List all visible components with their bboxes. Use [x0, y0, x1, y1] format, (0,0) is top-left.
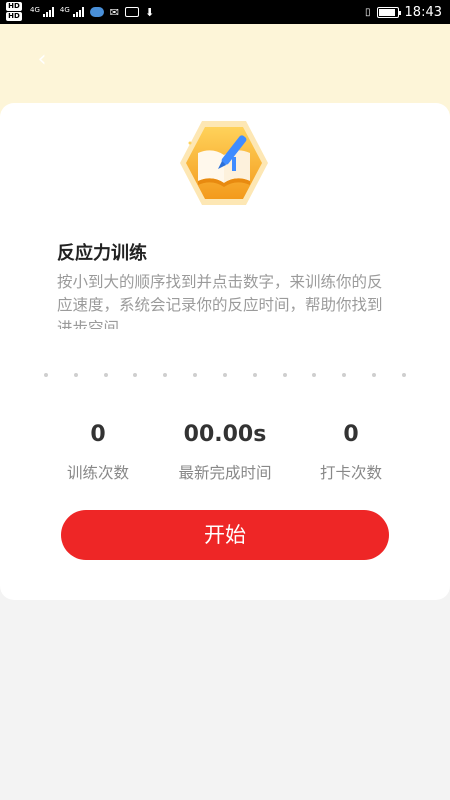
divider-dot [401, 373, 406, 377]
chevron-left-icon: ‹ [37, 47, 47, 72]
divider-dot [222, 373, 227, 377]
training-description: 按小到大的顺序找到并点击数字，来训练你的反应速度，系统会记录你的反应时间，帮助你… [57, 273, 383, 329]
battery-icon [376, 6, 401, 18]
divider-dot [44, 373, 48, 377]
book-pencil-icon [172, 117, 276, 209]
start-button[interactable]: 开始 [61, 510, 389, 560]
training-card: 反应力训练 按小到大的顺序找到并点击数字，来训练你的反应速度，系统会记录你的反应… [0, 103, 450, 600]
back-button[interactable]: ‹ [30, 48, 54, 72]
divider-dot [103, 373, 108, 377]
divider-dot [282, 373, 287, 377]
status-right-icons: ▯ 18:43 [365, 5, 442, 20]
stat-label: 打卡次数 [319, 464, 382, 482]
download-icon: ⬇ [145, 5, 155, 19]
mail-icon: ✉ [109, 5, 119, 19]
signal-icon [42, 7, 54, 17]
divider-dot [193, 373, 198, 377]
stat-value: 0 [343, 422, 359, 447]
message-icon [125, 7, 139, 17]
hd-badge: HD [6, 12, 22, 21]
page-title: 反应力训练 [57, 243, 147, 264]
divider-dot [163, 373, 168, 377]
vibrate-icon: ▯ [365, 6, 371, 18]
hd-badge: HD [6, 2, 22, 11]
stat-checkin-count: 0 打卡次数 [276, 421, 426, 483]
divider-dot [252, 373, 257, 377]
divider-dot [342, 373, 347, 377]
app-notification-icon [89, 7, 104, 17]
signal-icon [72, 7, 84, 17]
network-type-label: 4G [59, 5, 70, 14]
divider-dot [372, 373, 377, 377]
divider-dot [312, 373, 317, 377]
dot-divider [44, 371, 406, 379]
status-time: 18:43 [404, 4, 442, 20]
status-left-icons: 4G 4G ✉ ⬇ [30, 6, 154, 19]
network-type-label: 4G [30, 5, 40, 14]
hd-badges: HD HD [6, 2, 22, 21]
divider-dot [133, 373, 138, 377]
divider-dot [73, 373, 78, 377]
status-bar: HD HD 4G 4G ✉ ⬇ ▯ 18:43 [0, 0, 450, 24]
